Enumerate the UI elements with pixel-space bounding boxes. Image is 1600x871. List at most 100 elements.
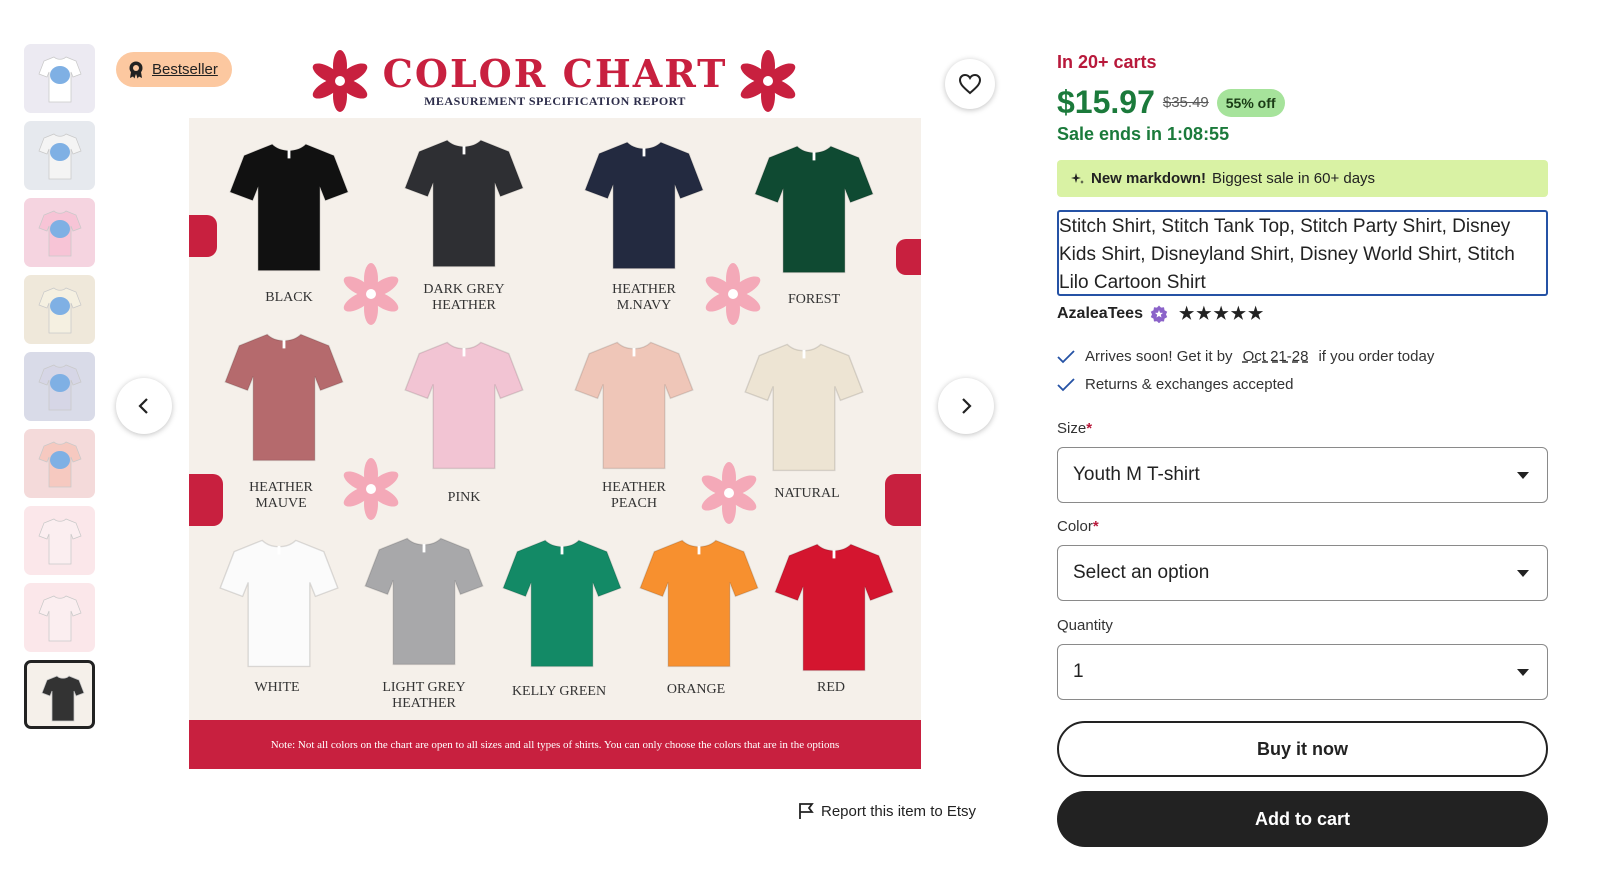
award-icon [129,61,143,78]
thumbnail-shirt [38,518,82,565]
color-name-label: RED [817,680,845,695]
size-label-text: Size [1057,420,1087,437]
lily-icon [343,458,399,520]
color-name-line: HEATHER [432,298,496,313]
color-name-line: M.NAVY [616,298,672,313]
color-name-label: HEATHER M.NAVY [584,282,704,314]
chevron-left-icon [138,398,148,414]
shirt-swatch [404,139,524,268]
thumbnail-6[interactable] [24,429,95,498]
check-icon [1057,377,1075,391]
shirt-swatch [502,539,622,668]
color-label-text: Color [1057,518,1093,535]
color-name-line: HEATHER [392,696,456,711]
character-print [50,220,70,238]
color-name-label: KELLY GREEN [511,684,607,699]
color-label: Color* [1057,518,1099,535]
shirt-swatch [574,341,694,470]
rating-stars[interactable]: ★ ★ ★ ★ ★ [1179,304,1263,324]
lily-icon [705,263,761,325]
lily-icon [701,462,757,524]
lily-icon [740,50,796,112]
character-print [50,143,70,161]
markdown-detail: Biggest sale in 60+ days [1212,170,1376,187]
returns-info: Returns & exchanges accepted [1057,376,1293,393]
buy-now-button[interactable]: Buy it now [1057,721,1548,777]
heart-icon [958,73,982,95]
size-label: Size* [1057,420,1092,437]
thumbnail-1[interactable] [24,44,95,113]
markdown-banner: New markdown! Biggest sale in 60+ days [1057,160,1548,197]
shirt-tag [287,150,291,159]
thumbnail-2[interactable] [24,121,95,190]
sale-countdown: Sale ends in 1:08:55 [1057,124,1230,144]
shirt-body [404,341,524,470]
thumbnail-7[interactable] [24,506,95,575]
color-name-line: MAUVE [255,496,307,511]
shirt-tag [802,350,806,359]
next-image-button[interactable] [938,378,994,434]
lily-center [366,289,376,299]
chevron-right-icon [962,398,972,414]
caret-down-icon [1517,668,1529,676]
color-select[interactable]: Select an option [1057,545,1548,601]
color-name-label: HEATHER PEACH [574,480,694,512]
color-name-line: LIGHT GREY [382,680,466,695]
thumbnail-4[interactable] [24,275,95,344]
flag-icon [799,803,814,819]
add-to-cart-button[interactable]: Add to cart [1057,791,1548,847]
decorative-tab [885,474,921,526]
chart-subtitle: MEASUREMENT SPECIFICATION REPORT [424,94,686,108]
thumbnail-shirt [38,595,82,642]
shirt-body [502,539,622,668]
shirt-body [584,141,704,270]
color-select-value: Select an option [1073,562,1210,583]
listing-title: Stitch Shirt, Stitch Tank Top, Stitch Pa… [1057,210,1548,296]
size-select[interactable]: Youth M T-shirt [1057,447,1548,503]
color-name-label: NATURAL [774,486,840,501]
shirt-tag [282,340,286,349]
previous-image-button[interactable] [116,378,172,434]
quantity-select[interactable]: 1 [1057,644,1548,700]
shipping-info: Arrives soon! Get it by Oct 21-28 if you… [1057,348,1434,365]
shirt-tag [422,544,426,553]
price-row: $15.97 $35.49 55% off [1057,84,1285,121]
shipping-prefix: Arrives soon! Get it by [1085,348,1233,365]
shirt-swatch [364,537,484,666]
favorite-button[interactable] [945,59,995,109]
bestseller-badge: Bestseller [116,52,232,87]
report-item-link[interactable]: Report this item to Etsy [798,802,976,820]
star-icon: ★ [1247,304,1264,323]
quantity-label: Quantity [1057,617,1113,634]
returns-text: Returns & exchanges accepted [1085,376,1294,393]
character-print [50,297,70,315]
lily-center [366,484,376,494]
thumbnail-8[interactable] [24,583,95,652]
color-name-label: WHITE [254,680,300,695]
color-name-line: DARK GREY [423,282,505,297]
color-name-line: PEACH [611,496,657,511]
shirt-body [219,539,339,668]
color-name-label: FOREST [787,292,841,307]
color-name-label: BLACK [265,290,313,305]
shirt-swatch [744,343,864,472]
required-marker: * [1092,518,1099,535]
shirt-body [224,333,344,462]
thumbnail-9[interactable] [24,660,95,729]
color-name-label: ORANGE [666,682,726,697]
shirt-body [404,139,524,268]
shipping-suffix: if you order today [1318,348,1435,365]
shipping-dates-link[interactable]: Oct 21-28 [1243,348,1309,365]
color-name-label: DARK GREY HEATHER [404,282,524,314]
shop-name-link[interactable]: AzaleaTees [1057,305,1143,323]
shirt-tag [462,348,466,357]
shirt-body [744,343,864,472]
color-name-line: HEATHER [602,480,666,495]
character-print [50,66,70,84]
thumbnail-5[interactable] [24,352,95,421]
shirt-swatch [774,543,894,672]
shirt-swatch [229,143,349,272]
shirt-tag [560,546,564,555]
shirt-tag [697,546,701,555]
thumbnail-3[interactable] [24,198,95,267]
